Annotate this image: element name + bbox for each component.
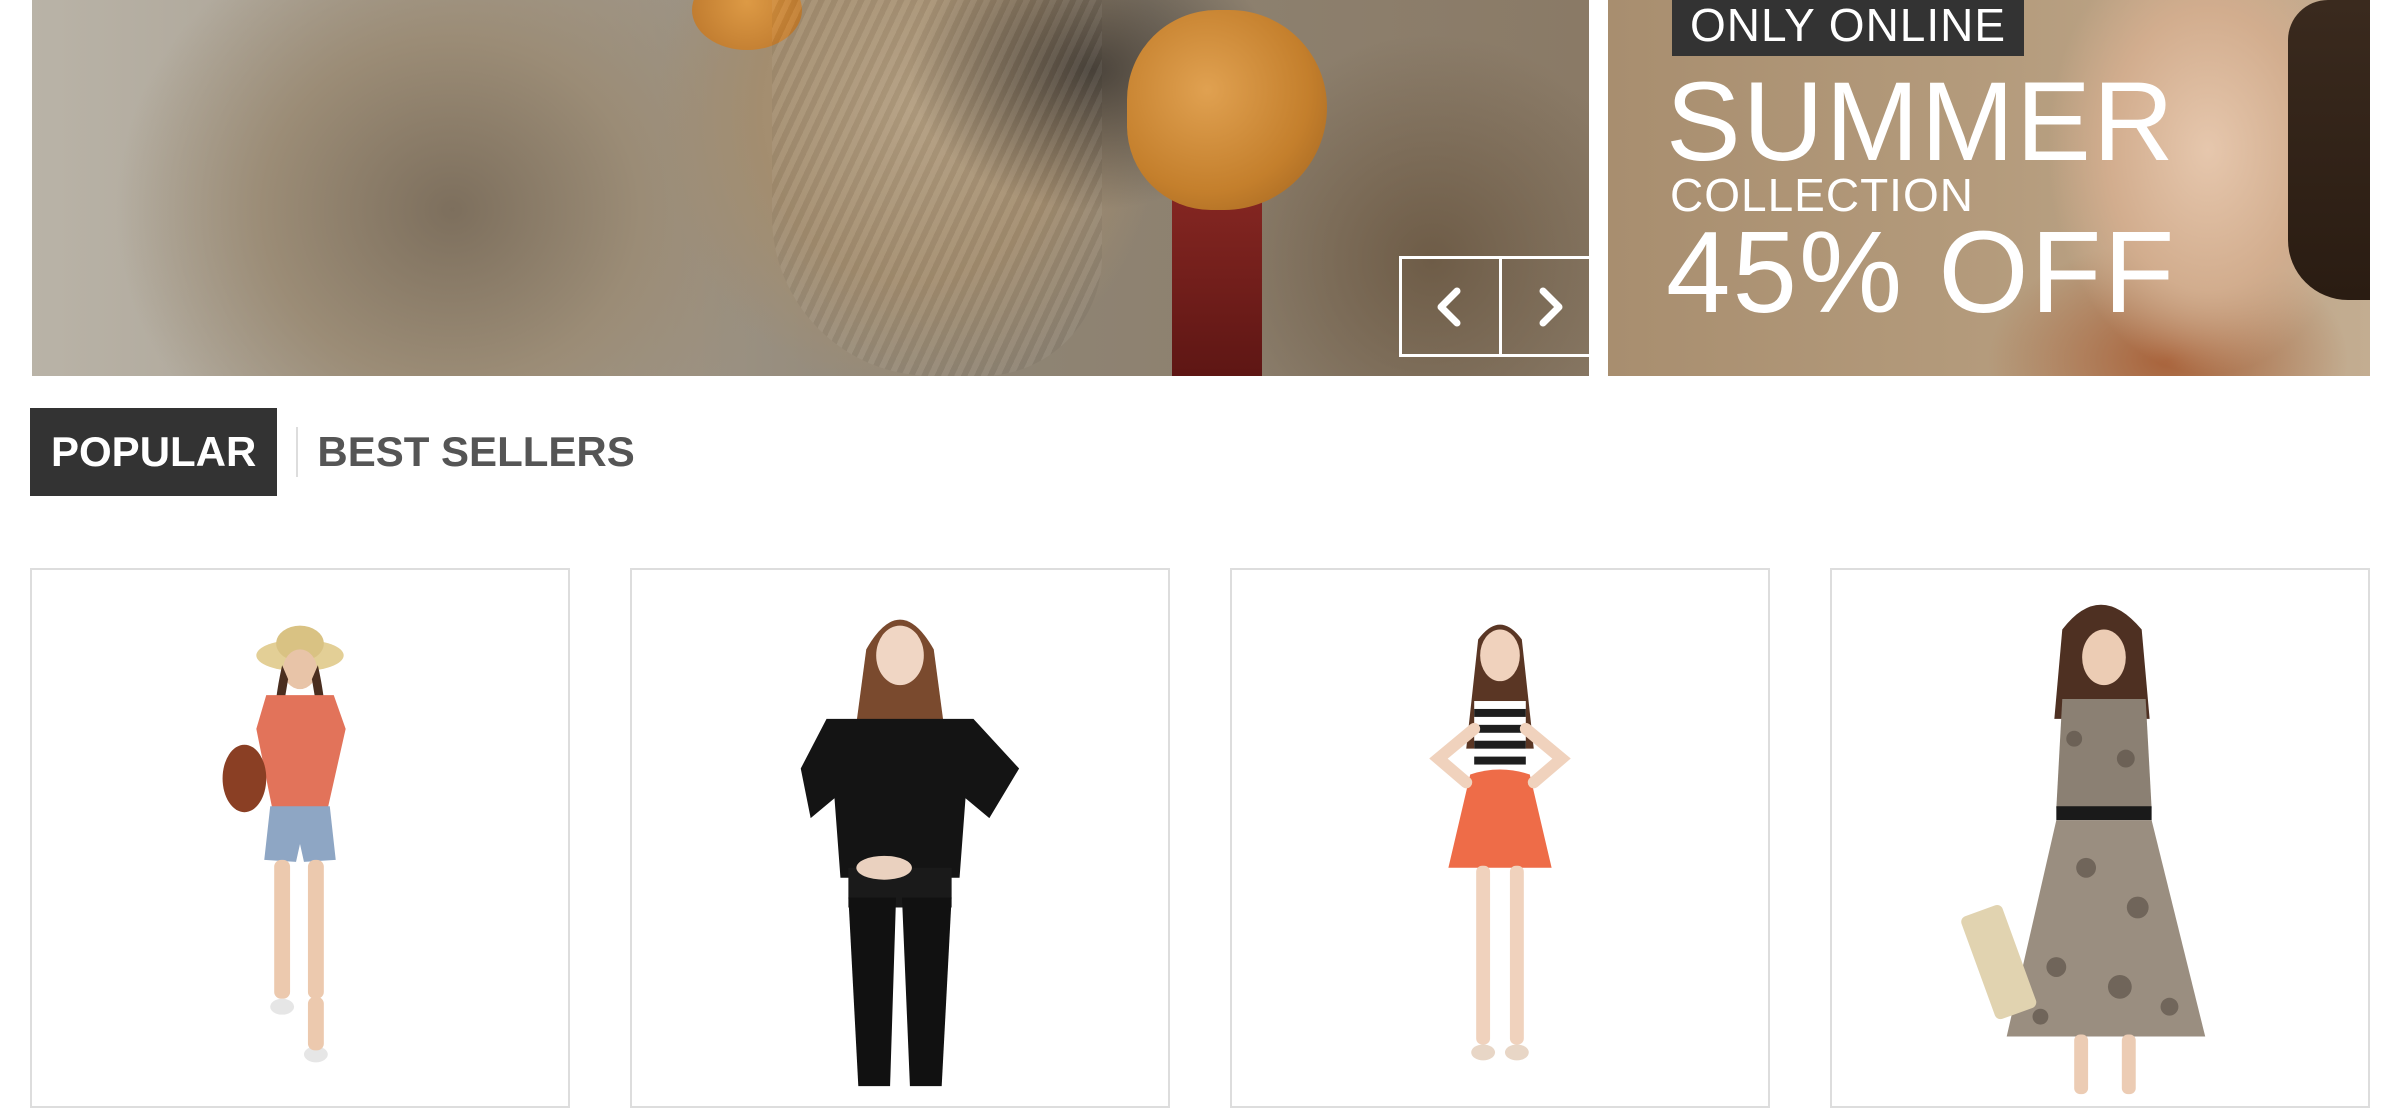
promo-tag: ONLY ONLINE xyxy=(1672,0,2025,56)
chevron-right-icon xyxy=(1539,287,1563,326)
product-card[interactable] xyxy=(1830,568,2370,1108)
promo-headline: SUMMER xyxy=(1666,59,2176,184)
chevron-left-icon xyxy=(1437,287,1461,326)
slide-image-detail xyxy=(1127,10,1327,210)
tab-popular[interactable]: POPULAR xyxy=(30,408,278,496)
product-image xyxy=(1429,624,1571,1061)
promo-discount: 45% OFF xyxy=(1666,207,2177,337)
slide-image-detail xyxy=(772,0,1102,376)
slider-nav xyxy=(1399,256,1589,357)
slider-prev-button[interactable] xyxy=(1402,259,1499,354)
tab-best-sellers[interactable]: BEST SELLERS xyxy=(317,408,634,496)
product-image xyxy=(800,619,1020,1087)
product-image xyxy=(1961,604,2206,1095)
promo-banner[interactable]: ONLY ONLINE SUMMER COLLECTION 45% OFF xyxy=(1608,0,2370,376)
promo-image-detail xyxy=(2288,0,2370,300)
product-grid xyxy=(30,568,2370,1108)
product-image xyxy=(222,625,346,1063)
product-tabs: POPULAR BEST SELLERS xyxy=(30,408,635,496)
slider-next-button[interactable] xyxy=(1498,259,1590,354)
tab-divider xyxy=(296,427,299,477)
page: ONLY ONLINE SUMMER COLLECTION 45% OFF PO… xyxy=(0,0,2400,1108)
product-card[interactable] xyxy=(30,568,570,1108)
product-card[interactable] xyxy=(1230,568,1770,1108)
hero-slider xyxy=(32,0,1589,376)
product-card[interactable] xyxy=(630,568,1170,1108)
